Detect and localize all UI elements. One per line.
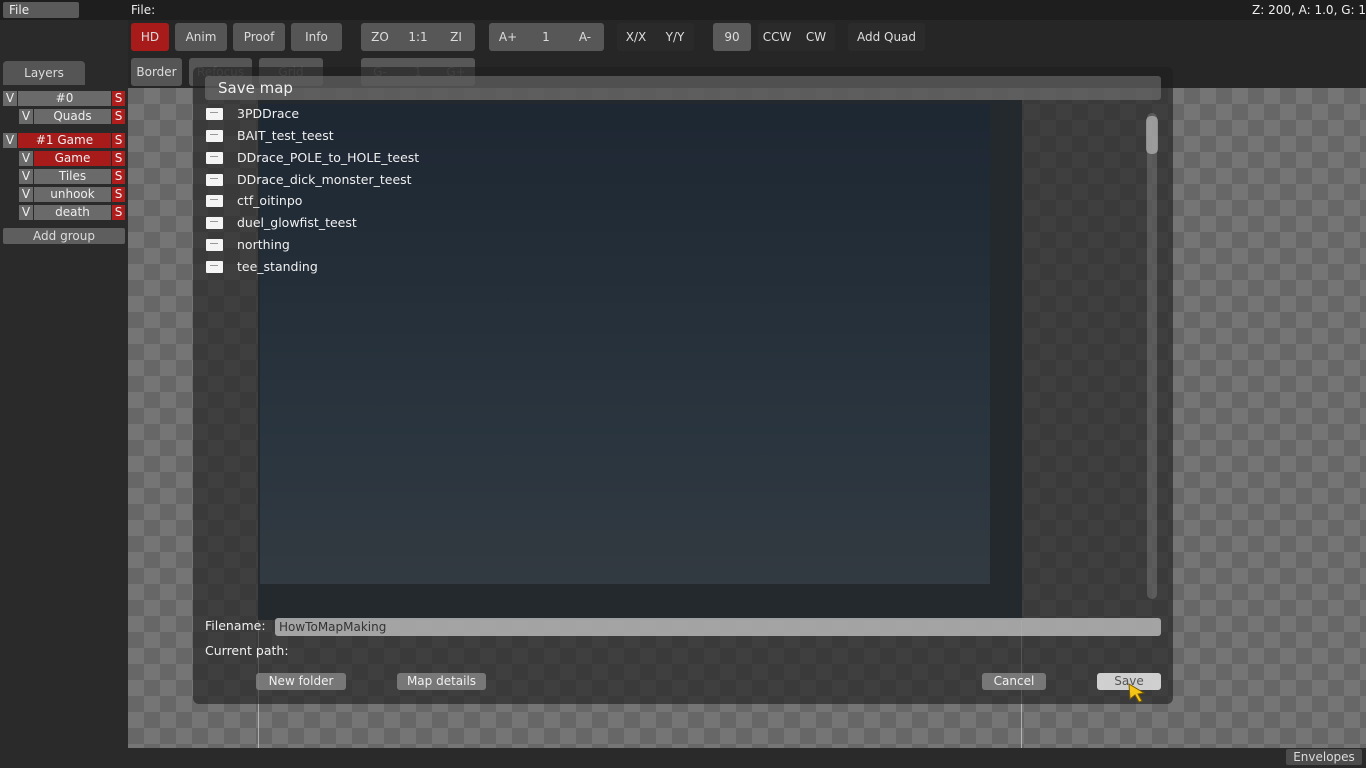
add-quad-button[interactable]: Add Quad	[848, 23, 925, 51]
anim-speed-value[interactable]: 1	[527, 23, 565, 51]
filename-label: Filename:	[205, 618, 266, 633]
flip-y-button[interactable]: Y/Y	[656, 23, 694, 51]
map-details-button[interactable]: Map details	[397, 673, 486, 690]
file-list-item[interactable]: tee_standing	[205, 256, 1135, 278]
zoom-in-button[interactable]: ZI	[437, 23, 475, 51]
filename-input[interactable]: HowToMapMaking	[275, 618, 1161, 636]
file-list-item[interactable]: northing	[205, 234, 1135, 256]
group-name[interactable]: #0	[18, 91, 111, 106]
file-name: BAIT_test_teest	[237, 128, 334, 143]
layer-name[interactable]: Quads	[34, 109, 111, 124]
group-visible-toggle[interactable]: V	[3, 91, 17, 106]
file-list-item[interactable]: duel_glowfist_teest	[205, 212, 1135, 234]
file-menu-button[interactable]: File	[3, 2, 79, 18]
file-name: northing	[237, 237, 290, 252]
current-path-label: Current path:	[205, 643, 289, 658]
layer-visible-toggle[interactable]: V	[19, 187, 33, 202]
menu-bar	[0, 0, 1366, 20]
hd-button[interactable]: HD	[131, 23, 169, 51]
layers-tab[interactable]: Layers	[3, 61, 85, 85]
layer-name[interactable]: Tiles	[34, 169, 111, 184]
zoom-out-button[interactable]: ZO	[361, 23, 399, 51]
layer-name[interactable]: death	[34, 205, 111, 220]
dialog-title: Save map	[218, 79, 293, 97]
file-name: tee_standing	[237, 259, 318, 274]
file-list-item[interactable]: 3PDDrace	[205, 103, 1135, 125]
layer-solo-toggle[interactable]: S	[112, 169, 125, 184]
dialog-header	[205, 76, 1161, 100]
map-file-icon	[206, 261, 223, 273]
group-row-0[interactable]: V #0 S	[3, 91, 125, 106]
layer-solo-toggle[interactable]: S	[112, 151, 125, 166]
file-list-item[interactable]: DDrace_dick_monster_teest	[205, 169, 1135, 191]
envelopes-button[interactable]: Envelopes	[1286, 749, 1362, 765]
group-name[interactable]: #1 Game	[18, 133, 111, 148]
map-file-icon	[206, 195, 223, 207]
proof-button[interactable]: Proof	[233, 23, 285, 51]
file-list-item[interactable]: DDrace_POLE_to_HOLE_teest	[205, 147, 1135, 169]
zoom-reset-button[interactable]: 1:1	[399, 23, 437, 51]
rotate-group: CCW CW	[758, 23, 835, 51]
file-name: DDrace_dick_monster_teest	[237, 172, 412, 187]
scrollbar-thumb[interactable]	[1146, 116, 1158, 154]
file-list-item[interactable]: BAIT_test_teest	[205, 125, 1135, 147]
map-file-icon	[206, 108, 223, 120]
flip-x-button[interactable]: X/X	[617, 23, 655, 51]
border-button[interactable]: Border	[131, 58, 182, 86]
rotate-amount-button[interactable]: 90	[713, 23, 751, 51]
info-button[interactable]: Info	[291, 23, 342, 51]
rotate-ccw-button[interactable]: CCW	[758, 23, 796, 51]
layer-solo-toggle[interactable]: S	[112, 205, 125, 220]
group-solo-toggle[interactable]: S	[112, 133, 125, 148]
file-list-item[interactable]: ctf_oitinpo	[205, 190, 1135, 212]
group-solo-toggle[interactable]: S	[112, 91, 125, 106]
anim-slower-button[interactable]: A-	[566, 23, 604, 51]
zoom-status: Z: 200, A: 1.0, G: 1	[1252, 3, 1366, 17]
file-list-scrollbar[interactable]	[1147, 113, 1157, 599]
map-file-icon	[206, 130, 223, 142]
rotate-cw-button[interactable]: CW	[797, 23, 835, 51]
layer-visible-toggle[interactable]: V	[19, 169, 33, 184]
layer-visible-toggle[interactable]: V	[19, 205, 33, 220]
map-file-icon	[206, 239, 223, 251]
file-name: DDrace_POLE_to_HOLE_teest	[237, 150, 420, 165]
mouse-cursor-icon	[1128, 683, 1146, 703]
group-row-1[interactable]: V #1 Game S	[3, 133, 125, 148]
layer-name[interactable]: Game	[34, 151, 111, 166]
layer-solo-toggle[interactable]: S	[112, 187, 125, 202]
zoom-group: ZO 1:1 ZI	[361, 23, 475, 51]
file-name: duel_glowfist_teest	[237, 215, 357, 230]
file-name: ctf_oitinpo	[237, 193, 303, 208]
layer-visible-toggle[interactable]: V	[19, 151, 33, 166]
anim-faster-button[interactable]: A+	[489, 23, 527, 51]
layer-row-death[interactable]: V death S	[19, 205, 125, 220]
group-visible-toggle[interactable]: V	[3, 133, 17, 148]
flip-group: X/X Y/Y	[617, 23, 694, 51]
anim-speed-group: A+ 1 A-	[489, 23, 604, 51]
map-file-icon	[206, 152, 223, 164]
bottom-bar	[128, 748, 1366, 768]
layer-solo-toggle[interactable]: S	[112, 109, 125, 124]
layer-visible-toggle[interactable]: V	[19, 109, 33, 124]
anim-button[interactable]: Anim	[175, 23, 227, 51]
new-folder-button[interactable]: New folder	[256, 673, 346, 690]
layer-row-unhook[interactable]: V unhook S	[19, 187, 125, 202]
map-file-icon	[206, 174, 223, 186]
cancel-button[interactable]: Cancel	[982, 673, 1046, 690]
map-file-icon	[206, 217, 223, 229]
file-name: 3PDDrace	[237, 106, 300, 121]
layer-row-quads[interactable]: V Quads S	[19, 109, 125, 124]
add-group-button[interactable]: Add group	[3, 228, 125, 244]
layer-name[interactable]: unhook	[34, 187, 111, 202]
current-file-label: File:	[131, 3, 156, 17]
layer-row-tiles[interactable]: V Tiles S	[19, 169, 125, 184]
layer-row-game[interactable]: V Game S	[19, 151, 125, 166]
